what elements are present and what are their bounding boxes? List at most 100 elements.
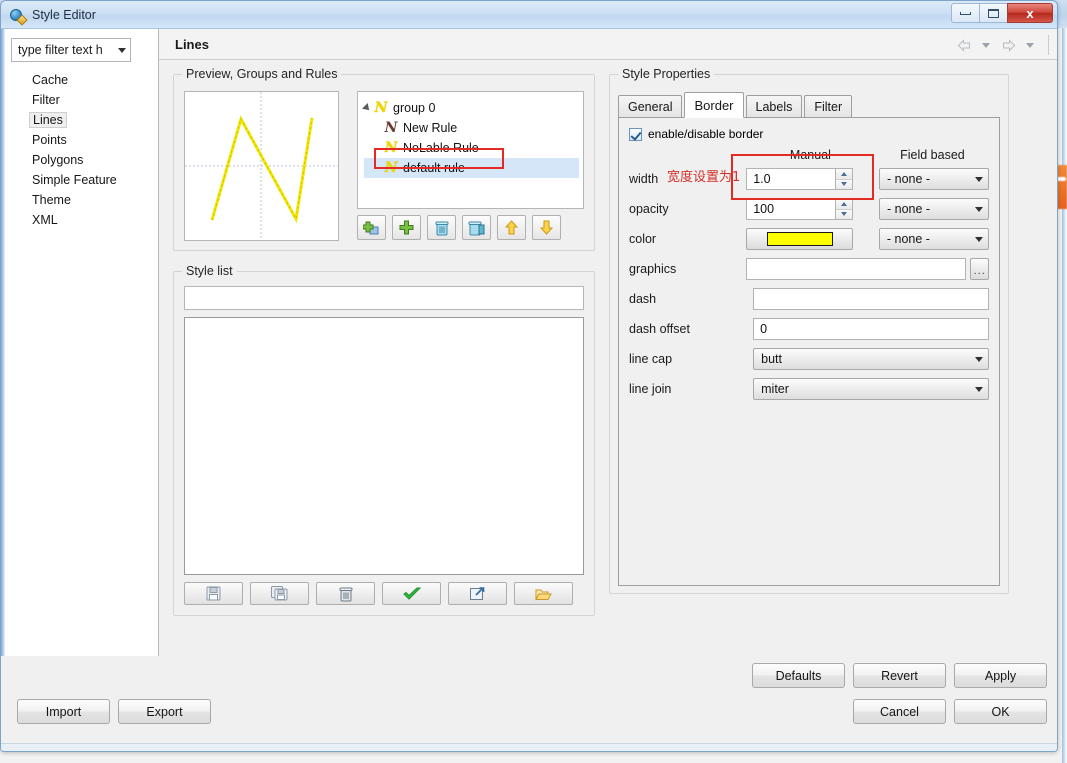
tree-item-default-rule[interactable]: N default rule [364, 158, 579, 178]
tree-item-group-0[interactable]: N group 0 [362, 98, 579, 118]
tab-border[interactable]: Border [684, 92, 744, 118]
rules-tree[interactable]: N group 0 N New Rule N NoLable Rule N de… [357, 91, 584, 209]
save-as-style-button[interactable] [250, 582, 309, 605]
tab-labels[interactable]: Labels [745, 95, 803, 117]
cancel-label: Cancel [880, 704, 919, 719]
export-style-button[interactable] [448, 582, 507, 605]
defaults-button[interactable]: Defaults [752, 663, 845, 688]
apply-style-button[interactable] [382, 582, 441, 605]
style-list-group: Style list [173, 264, 595, 616]
panes: Preview, Groups and Rules N group 0 N Ne… [159, 60, 1057, 616]
opacity-spin-down-button[interactable] [835, 209, 852, 219]
save-style-button[interactable] [184, 582, 243, 605]
window-body: type filter text h Cache Filter Lines Po… [1, 29, 1057, 656]
revert-button[interactable]: Revert [853, 663, 946, 688]
chevron-down-icon [975, 386, 983, 392]
sidebar-item-theme[interactable]: Theme [1, 190, 158, 210]
width-spinner[interactable]: 1.0 [746, 168, 853, 190]
color-field-value: - none - [886, 232, 930, 246]
row-opacity: opacity 100 - none - [629, 194, 989, 224]
sidebar-item-simple-feature[interactable]: Simple Feature [1, 170, 158, 190]
dash-label: dash [629, 292, 657, 306]
close-button[interactable]: x [1007, 3, 1053, 23]
forward-button[interactable] [998, 36, 1018, 54]
enable-border-checkbox-row[interactable]: enable/disable border [629, 127, 989, 141]
width-spin-up-button[interactable] [835, 169, 852, 180]
tab-filter[interactable]: Filter [804, 95, 853, 117]
enable-border-checkbox[interactable] [629, 127, 642, 141]
window-title: Style Editor [32, 7, 96, 22]
import-button[interactable]: Import [17, 699, 110, 724]
sidebar-item-polygons[interactable]: Polygons [1, 150, 158, 170]
sidebar-item-lines[interactable]: Lines [1, 110, 158, 130]
minimize-button[interactable] [951, 3, 980, 23]
twisty-expanded-icon[interactable] [362, 103, 372, 113]
width-field-combo[interactable]: - none - [879, 168, 989, 190]
back-button[interactable] [954, 36, 974, 54]
tab-label: General [628, 99, 673, 114]
tab-label: Labels [755, 99, 793, 114]
opacity-field-value: - none - [887, 202, 931, 216]
line-join-combo[interactable]: miter [753, 378, 989, 400]
width-spin-down-button[interactable] [835, 179, 852, 189]
style-properties-group: Style Properties General Border Labels F… [609, 67, 1009, 594]
style-preview-canvas [184, 91, 339, 241]
rule-n-yellow-icon: N [374, 100, 388, 116]
width-field-value: - none - [887, 172, 931, 186]
sidebar-item-cache[interactable]: Cache [1, 70, 158, 90]
opacity-field-combo[interactable]: - none - [879, 198, 989, 220]
sidebar-item-xml[interactable]: XML [1, 210, 158, 230]
sidebar-item-label: Simple Feature [32, 173, 117, 187]
graphics-label: graphics [629, 262, 677, 276]
apply-button[interactable]: Apply [954, 663, 1047, 688]
add-group-button[interactable] [357, 215, 386, 240]
sidebar-item-label: Cache [32, 73, 69, 87]
tree-item-new-rule[interactable]: N New Rule [364, 118, 579, 138]
header-navigation [954, 35, 1049, 55]
opacity-spinner-arrows[interactable] [835, 199, 852, 219]
line-cap-combo[interactable]: butt [753, 348, 989, 370]
footer-buttons-left: Import Export [17, 699, 211, 724]
row-dash-offset: dash offset 0 [629, 314, 989, 344]
style-list-area[interactable] [184, 317, 584, 575]
opacity-spin-up-button[interactable] [835, 199, 852, 210]
sidebar: type filter text h Cache Filter Lines Po… [1, 29, 159, 656]
delete-style-button[interactable] [316, 582, 375, 605]
back-history-button[interactable] [976, 36, 996, 54]
width-spinner-arrows[interactable] [835, 169, 852, 189]
move-down-button[interactable] [532, 215, 561, 240]
cancel-button[interactable]: Cancel [853, 699, 946, 724]
opacity-spinner[interactable]: 100 [746, 198, 853, 220]
color-picker-button[interactable] [746, 228, 853, 250]
ok-button[interactable]: OK [954, 699, 1047, 724]
tree-item-label: NoLable Rule [403, 141, 479, 155]
tree-item-nolable-rule[interactable]: N NoLable Rule [364, 138, 579, 158]
maximize-button[interactable] [979, 3, 1008, 23]
color-field-combo[interactable]: - none - [878, 228, 989, 250]
delete-all-button[interactable] [462, 215, 491, 240]
floppy-disk-icon [206, 586, 221, 601]
sidebar-item-filter[interactable]: Filter [1, 90, 158, 110]
filter-input[interactable]: type filter text h [11, 38, 131, 62]
add-rule-button[interactable] [392, 215, 421, 240]
open-style-button[interactable] [514, 582, 573, 605]
graphics-browse-button[interactable]: ... [970, 258, 989, 280]
back-arrow-icon [957, 38, 970, 52]
dash-offset-value: 0 [760, 322, 768, 336]
color-label: color [629, 232, 657, 246]
filter-input-value: type filter text h [18, 43, 103, 57]
delete-rule-button[interactable] [427, 215, 456, 240]
sidebar-item-label: Theme [32, 193, 71, 207]
forward-history-button[interactable] [1020, 36, 1040, 54]
tab-general[interactable]: General [618, 95, 683, 117]
graphics-input[interactable] [746, 258, 967, 280]
green-check-icon [402, 587, 421, 600]
chevron-down-icon [975, 356, 983, 362]
sidebar-item-points[interactable]: Points [1, 130, 158, 150]
export-button[interactable]: Export [118, 699, 211, 724]
right-column: Style Properties General Border Labels F… [609, 67, 1009, 616]
dash-offset-input[interactable]: 0 [753, 318, 989, 340]
style-name-input[interactable] [184, 286, 584, 310]
move-up-button[interactable] [497, 215, 526, 240]
dash-input[interactable] [753, 288, 989, 310]
